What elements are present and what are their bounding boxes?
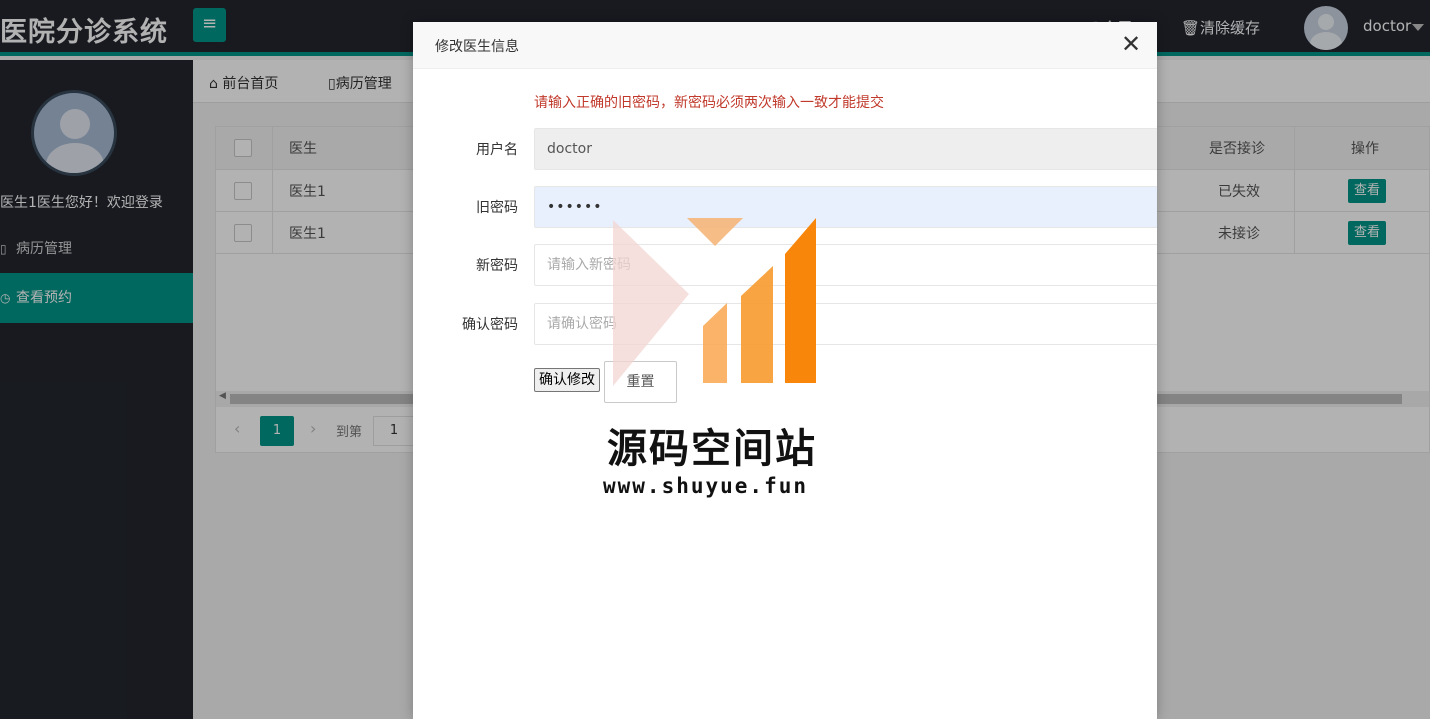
username-field[interactable]: doctor bbox=[534, 128, 1157, 170]
edit-doctor-modal: 修改医生信息 ✕ 请输入正确的旧密码，新密码必须两次输入一致才能提交 用户名 d… bbox=[413, 22, 1157, 719]
new-password-label: 新密码 bbox=[476, 258, 518, 274]
username-label: 用户名 bbox=[476, 142, 518, 158]
submit-button[interactable]: 确认修改 bbox=[534, 368, 600, 392]
password-tip: 请输入正确的旧密码，新密码必须两次输入一致才能提交 bbox=[534, 95, 884, 111]
old-password-label: 旧密码 bbox=[476, 200, 518, 216]
old-password-field[interactable]: •••••• bbox=[534, 186, 1157, 228]
reset-button[interactable]: 重置 bbox=[604, 361, 677, 403]
confirm-password-field[interactable]: 请确认密码 bbox=[534, 303, 1157, 345]
modal-header: 修改医生信息 ✕ bbox=[413, 22, 1157, 69]
confirm-password-label: 确认密码 bbox=[462, 317, 518, 333]
new-password-field[interactable]: 请输入新密码 bbox=[534, 244, 1157, 286]
close-icon[interactable]: ✕ bbox=[1121, 32, 1141, 56]
modal-title: 修改医生信息 bbox=[435, 39, 519, 55]
